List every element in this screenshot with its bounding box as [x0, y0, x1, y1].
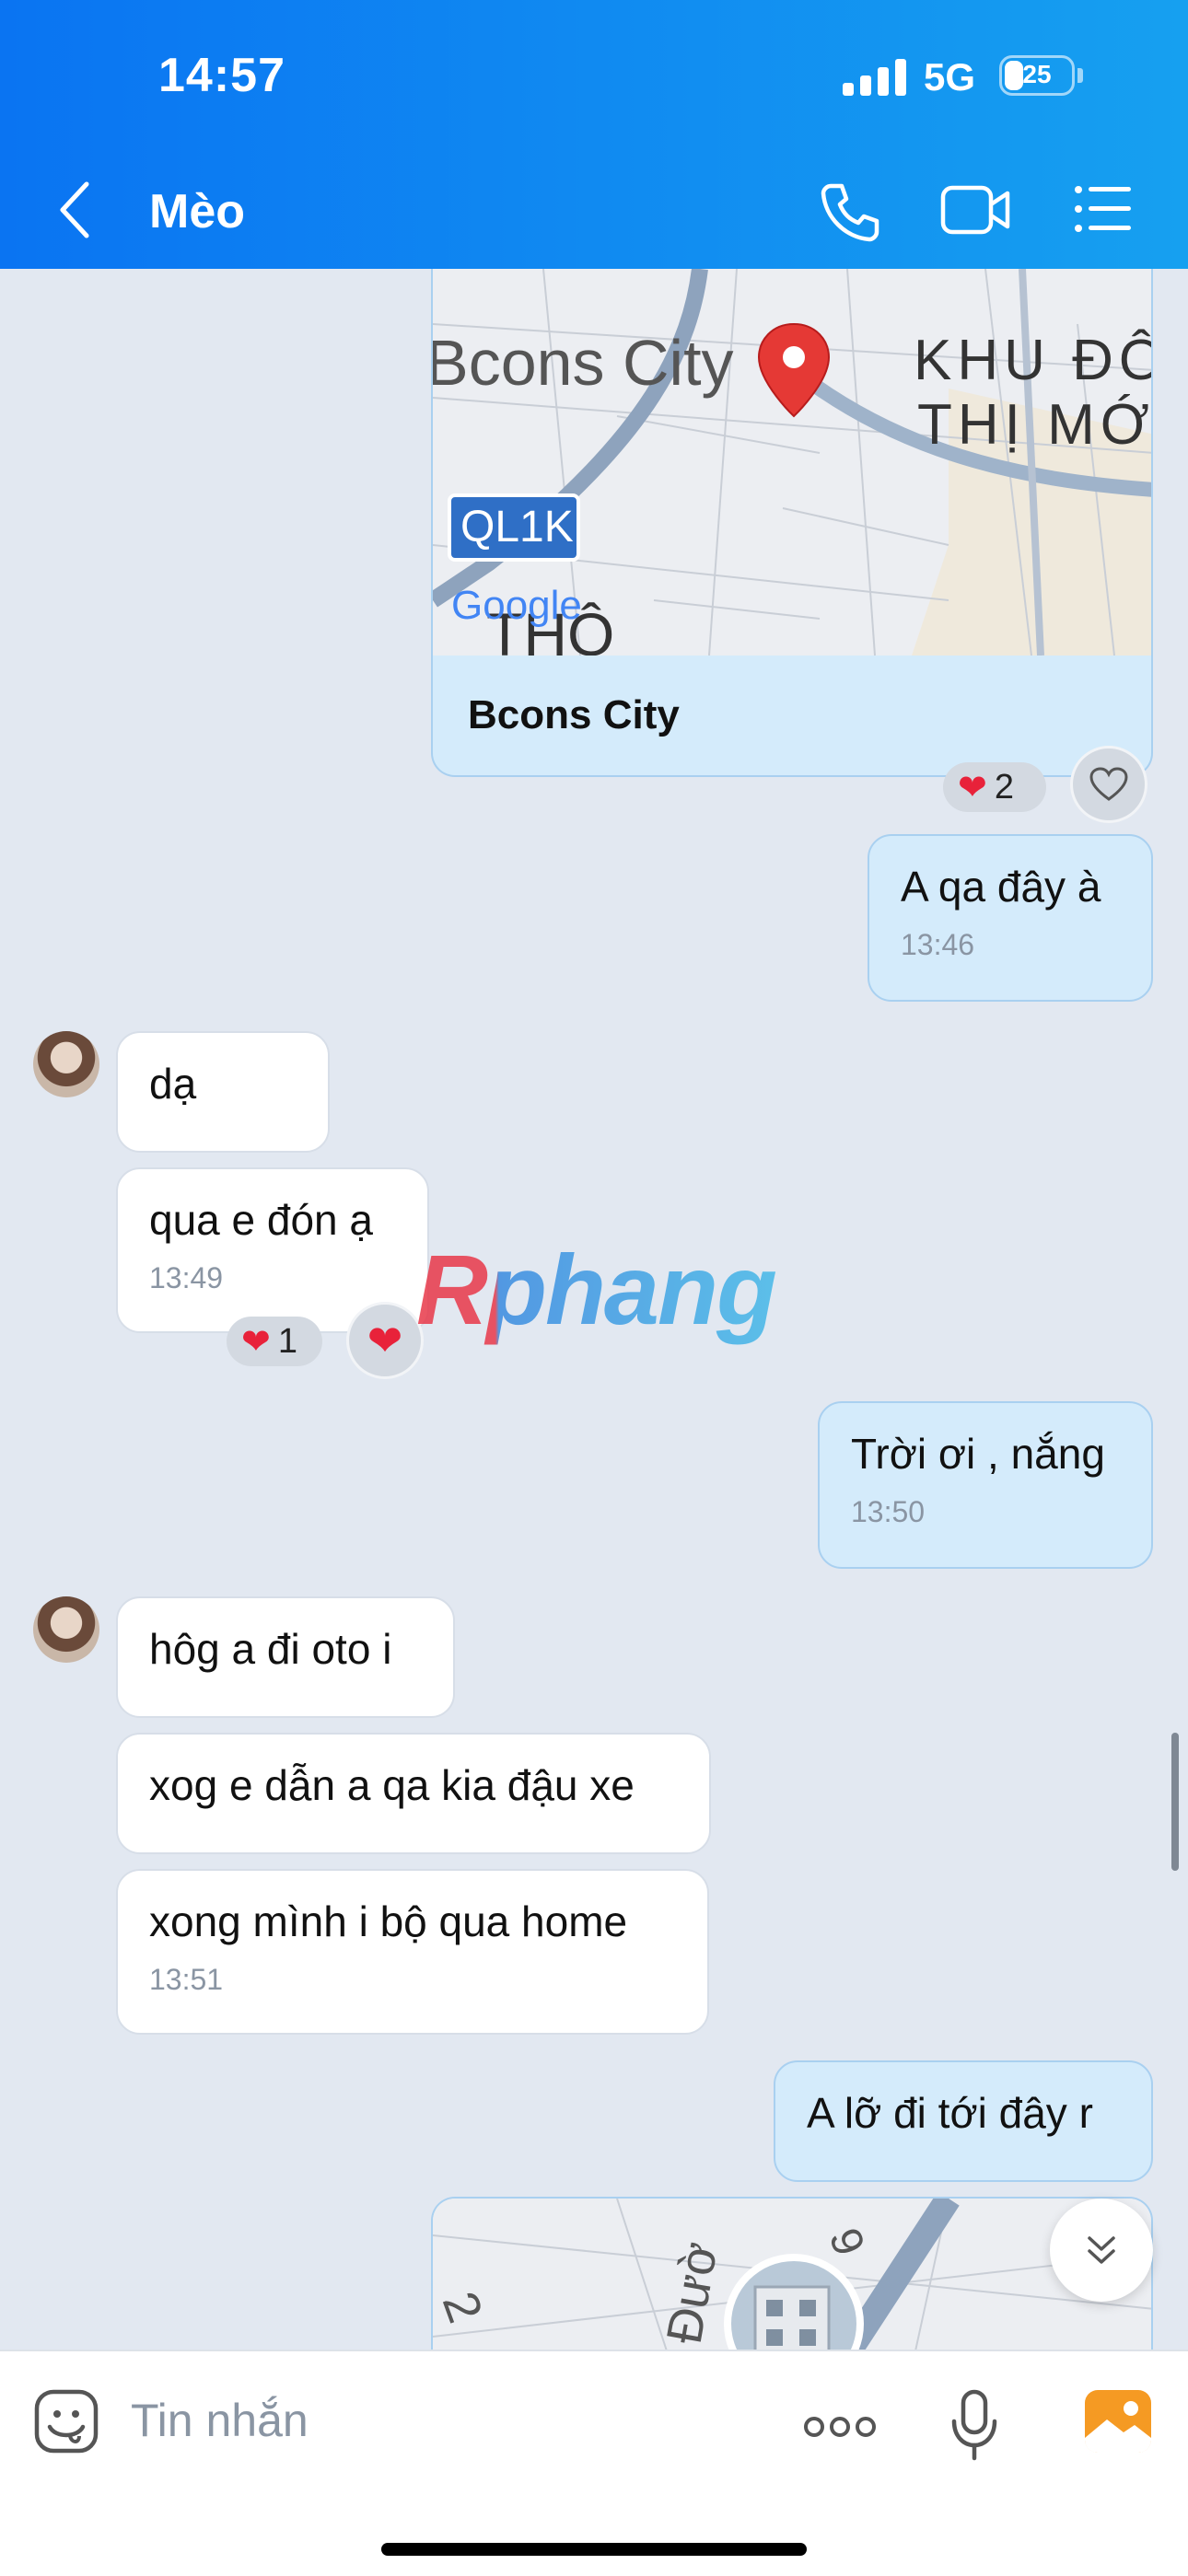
message-bubble-incoming[interactable]: xog e dẫn a qa kia đậu xe	[116, 1733, 711, 1854]
message-time: 13:51	[149, 1963, 224, 1996]
network-type: 5G	[924, 55, 976, 99]
message-text: qua e đón ạ	[149, 1196, 374, 1244]
heart-icon: ❤	[367, 1317, 403, 1364]
message-bubble-incoming[interactable]: dạ	[116, 1031, 330, 1153]
message-text: A qa đây à	[901, 863, 1101, 911]
message-text: A lỡ đi tới đây r	[807, 2089, 1093, 2137]
message-bubble-outgoing[interactable]: Trời ơi , nắng 13:50	[818, 1401, 1153, 1569]
sticker-icon[interactable]	[33, 2388, 99, 2454]
heart-outline-icon	[1089, 767, 1128, 801]
map-preview[interactable]: Bcons City KHU ĐÔ THỊ MỚ QL1K THÔ Google	[433, 269, 1153, 656]
location-message-card[interactable]: Bcons City KHU ĐÔ THỊ MỚ QL1K THÔ Google…	[431, 269, 1153, 777]
scrollbar[interactable]	[1171, 1733, 1179, 1871]
signal-icon	[843, 59, 906, 96]
contact-avatar[interactable]	[33, 1031, 99, 1097]
reaction-summary[interactable]: ❤ 1	[227, 1317, 322, 1366]
photo-gallery-icon[interactable]	[1083, 2388, 1153, 2454]
map-graphic: Đườ 2 9	[433, 2199, 1151, 2366]
home-indicator	[381, 2543, 807, 2556]
message-input-bar	[0, 2350, 1188, 2576]
watermark: Rphang	[416, 1234, 777, 1345]
google-logo: Google	[451, 583, 582, 628]
reaction-count: 2	[994, 767, 1014, 806]
message-bubble-incoming[interactable]: xong mình i bộ qua home 13:51	[116, 1869, 709, 2035]
map-label-place: Bcons City	[433, 327, 734, 399]
message-bubble-outgoing[interactable]: A qa đây à 13:46	[868, 834, 1153, 1002]
chat-header: 14:57 5G 25 Mèo	[0, 0, 1188, 269]
message-time: 13:49	[149, 1261, 224, 1294]
message-bubble-outgoing[interactable]: A lỡ đi tới đây r	[774, 2060, 1153, 2182]
battery-icon: 25	[999, 55, 1075, 96]
message-text: xong mình i bộ qua home	[149, 1897, 628, 1945]
scroll-to-bottom-button[interactable]	[1050, 2199, 1153, 2302]
reaction-summary[interactable]: ❤ 2	[943, 762, 1046, 812]
phone-icon[interactable]	[818, 179, 884, 245]
message-time: 13:46	[901, 928, 975, 961]
back-chevron-icon[interactable]	[57, 180, 94, 239]
double-chevron-down-icon	[1088, 2236, 1115, 2264]
location-title: Bcons City	[468, 692, 680, 737]
contact-name[interactable]: Mèo	[149, 184, 245, 239]
map-road-shield: QL1K	[460, 503, 574, 551]
message-time: 13:50	[851, 1495, 926, 1528]
message-bubble-incoming[interactable]: hôg a đi oto i	[116, 1596, 455, 1718]
react-heart-button[interactable]: ❤	[346, 1302, 424, 1379]
microphone-icon[interactable]	[949, 2388, 1000, 2462]
react-like-button[interactable]	[1070, 746, 1147, 823]
status-time: 14:57	[158, 49, 285, 102]
heart-icon: ❤	[958, 768, 987, 807]
battery-nub	[1077, 68, 1083, 83]
video-call-icon[interactable]	[939, 182, 1013, 238]
reaction-count: 1	[277, 1321, 297, 1361]
map-graphic: Bcons City KHU ĐÔ THỊ MỚ QL1K THÔ Google	[433, 269, 1153, 656]
menu-list-icon[interactable]	[1074, 184, 1133, 234]
map-label-district-1: KHU ĐÔ	[914, 329, 1153, 392]
message-text: hôg a đi oto i	[149, 1625, 392, 1673]
more-options-icon[interactable]	[803, 2416, 877, 2438]
map-label-district-2: THỊ MỚ	[917, 393, 1153, 457]
message-text: xog e dẫn a qa kia đậu xe	[149, 1761, 635, 1809]
message-text: dạ	[149, 1060, 197, 1108]
contact-avatar[interactable]	[33, 1596, 99, 1663]
battery-level: 25	[1022, 60, 1052, 88]
heart-icon: ❤	[241, 1322, 271, 1362]
location-message-card[interactable]: Đườ 2 9	[431, 2197, 1153, 2366]
message-input[interactable]	[131, 2388, 720, 2453]
message-text: Trời ơi , nắng	[851, 1430, 1105, 1478]
